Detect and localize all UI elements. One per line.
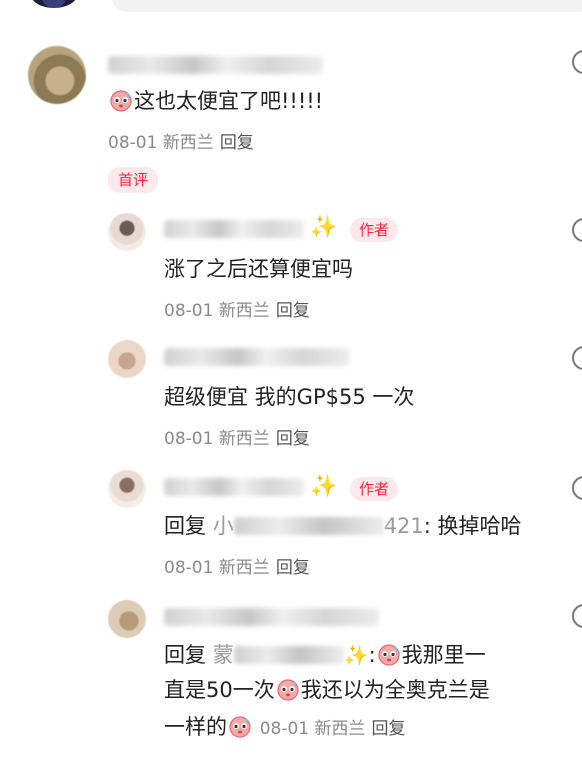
comment-meta: 08-01 新西兰 回复 [164, 301, 310, 321]
author-badge: 作者 [350, 218, 399, 242]
comment-meta: 08-01 新西兰 回复 [259, 719, 406, 739]
comment-input[interactable] [112, 0, 582, 12]
comment-meta: 08-01 新西兰 回复 [108, 133, 254, 153]
emoji-icon [109, 88, 133, 112]
first-comment-badge: 首评 [108, 167, 159, 193]
avatar[interactable] [108, 340, 146, 378]
sparkle-icon: ✨ [310, 215, 338, 240]
comment-text-line: 一样的 08-01 新西兰 回复 [164, 714, 406, 739]
avatar[interactable] [108, 213, 146, 251]
comment-text: 回复 小 421: 换掉哈哈 [164, 514, 522, 538]
avatar[interactable] [108, 470, 146, 508]
comment-text: 回复 蒙 ✨: 我那里一 [164, 642, 486, 667]
sparkle-icon: ✨ [343, 643, 369, 667]
reply-button[interactable]: 回复 [276, 558, 310, 578]
like-icon[interactable] [572, 50, 582, 74]
emoji-icon [228, 714, 252, 738]
username[interactable] [164, 608, 379, 626]
username[interactable] [164, 348, 349, 366]
emoji-icon [276, 677, 300, 701]
reply-button[interactable]: 回复 [276, 301, 310, 321]
author-badge: 作者 [350, 477, 399, 501]
comment-text: 超级便宜 我的GP$55 一次 [164, 385, 415, 409]
username[interactable] [164, 478, 304, 496]
like-icon[interactable] [572, 346, 582, 370]
reply-target-name[interactable]: 蒙 ✨ [213, 643, 369, 667]
avatar[interactable] [108, 600, 146, 638]
reply-button[interactable]: 回复 [372, 719, 406, 739]
username[interactable] [164, 220, 304, 238]
like-icon[interactable] [572, 604, 582, 628]
avatar[interactable] [28, 46, 86, 104]
reply-button[interactable]: 回复 [276, 429, 310, 449]
reply-button[interactable]: 回复 [220, 133, 254, 153]
comment-text: 这也太便宜了吧!!!!! [108, 86, 323, 116]
comment-text: 涨了之后还算便宜吗 [164, 257, 353, 281]
sparkle-icon: ✨ [310, 474, 338, 499]
like-icon[interactable] [572, 476, 582, 500]
comment-text-line: 直是50一次 我还以为全奥克兰是 [164, 677, 490, 702]
comment-meta: 08-01 新西兰 回复 [164, 429, 310, 449]
comment-meta: 08-01 新西兰 回复 [164, 558, 310, 578]
emoji-icon [377, 642, 401, 666]
avatar[interactable] [30, 0, 78, 8]
reply-target-name[interactable]: 小 421 [213, 514, 424, 538]
username[interactable] [108, 56, 323, 74]
like-icon[interactable] [572, 218, 582, 242]
